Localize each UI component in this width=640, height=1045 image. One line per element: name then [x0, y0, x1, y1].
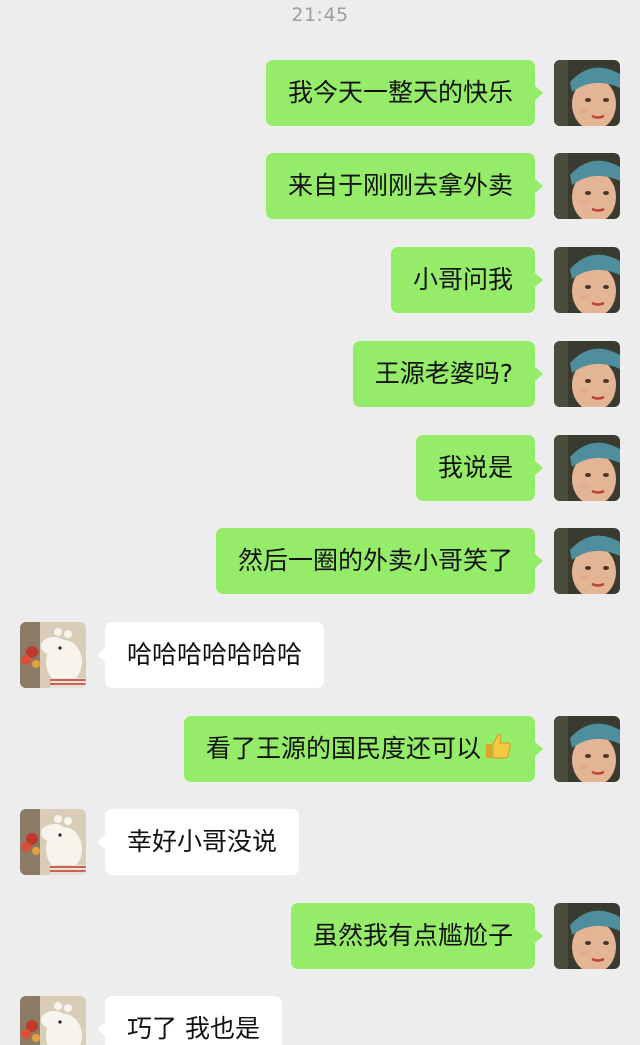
message-row: 小哥问我 [0, 247, 640, 313]
message-bubble-sent[interactable]: 虽然我有点尴尬子 [290, 903, 544, 969]
message-row: 哈哈哈哈哈哈哈 [0, 622, 640, 688]
message-bubble-sent[interactable]: 看了王源的国民度还可以 [183, 716, 544, 782]
message-row: 幸好小哥没说 [0, 809, 640, 875]
message-bubble-sent[interactable]: 我说是 [415, 435, 544, 501]
moomin-avatar[interactable] [20, 809, 86, 875]
message-bubble-sent[interactable]: 然后一圈的外卖小哥笑了 [215, 528, 544, 594]
message-bubble-sent[interactable]: 来自于刚刚去拿外卖 [265, 153, 544, 219]
message-row: 来自于刚刚去拿外卖 [0, 153, 640, 219]
portrait-avatar[interactable] [554, 153, 620, 219]
moomin-avatar[interactable] [20, 622, 86, 688]
message-row: 虽然我有点尴尬子 [0, 903, 640, 969]
portrait-avatar[interactable] [554, 903, 620, 969]
portrait-avatar[interactable] [554, 435, 620, 501]
message-bubble-sent[interactable]: 小哥问我 [390, 247, 544, 313]
portrait-avatar[interactable] [554, 341, 620, 407]
portrait-avatar[interactable] [554, 60, 620, 126]
message-row: 我今天一整天的快乐 [0, 60, 640, 126]
message-bubble-sent[interactable]: 王源老婆吗? [352, 341, 544, 407]
message-row: 我说是 [0, 435, 640, 501]
moomin-avatar[interactable] [20, 996, 86, 1045]
message-bubble-received[interactable]: 巧了 我也是 [97, 996, 282, 1045]
message-row: 巧了 我也是 [0, 996, 640, 1045]
message-bubble-received[interactable]: 哈哈哈哈哈哈哈 [96, 622, 325, 688]
timestamp: 21:45 [291, 4, 349, 26]
portrait-avatar[interactable] [554, 247, 620, 313]
message-row: 看了王源的国民度还可以 [0, 716, 640, 782]
portrait-avatar[interactable] [554, 716, 620, 782]
message-bubble-received[interactable]: 幸好小哥没说 [96, 809, 300, 875]
message-text: 看了王源的国民度还可以 [205, 734, 481, 763]
portrait-avatar[interactable] [554, 528, 620, 594]
thumbs-up-icon [483, 720, 513, 786]
message-bubble-sent[interactable]: 我今天一整天的快乐 [265, 60, 544, 126]
message-row: 王源老婆吗? [0, 341, 640, 407]
message-row: 然后一圈的外卖小哥笑了 [0, 528, 640, 594]
